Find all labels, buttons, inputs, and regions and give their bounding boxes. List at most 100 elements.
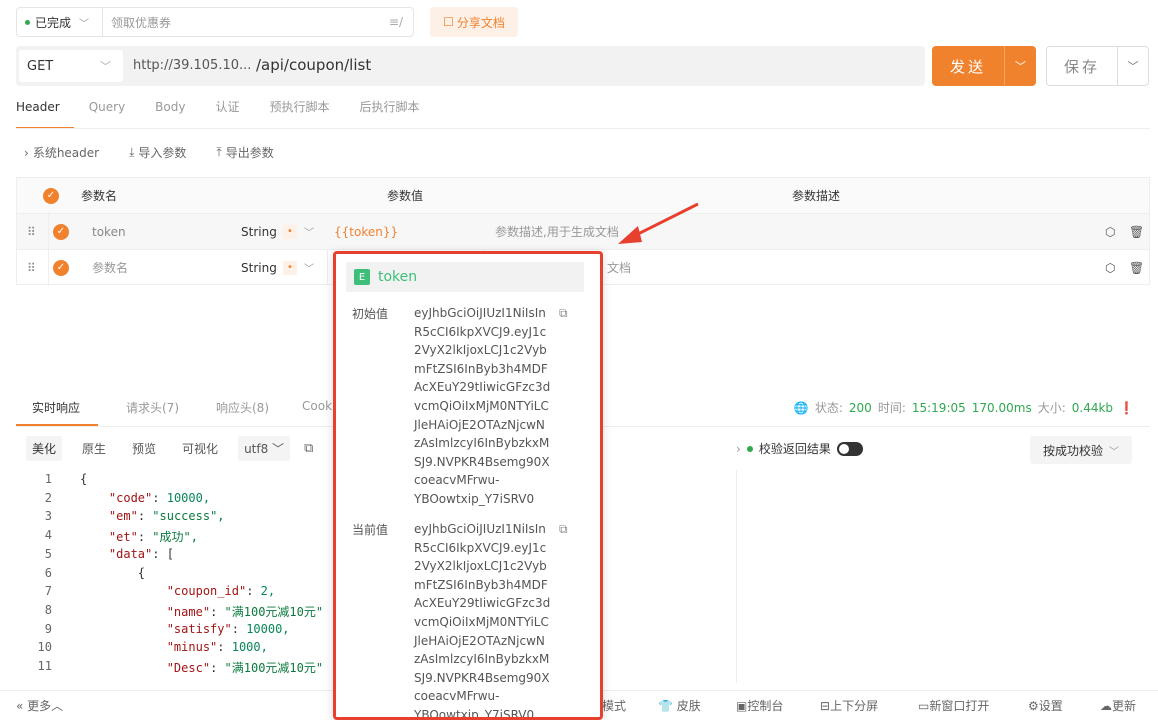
active-tab-indicator	[16, 424, 98, 426]
system-header-toggle[interactable]: › 系统header	[24, 144, 99, 161]
response-time: 15:19:05	[911, 400, 966, 415]
skin-button[interactable]: 👕 皮肤	[658, 697, 701, 714]
token-line: YBOowtxip_Y7iSRV0	[414, 707, 535, 720]
row-checkbox[interactable]: ✓	[53, 223, 69, 240]
tab-request-headers[interactable]: 请求头(7)	[126, 399, 179, 416]
new-window-button[interactable]: ▭新窗口打开	[918, 697, 989, 714]
chevron-down-icon: ﹀	[79, 18, 90, 30]
token-line: zAsImlzcyI6InBybzkxM	[414, 436, 550, 451]
verify-switch[interactable]	[836, 441, 863, 456]
save-dropdown-button[interactable]: ﹀	[1117, 46, 1149, 86]
status-dot	[25, 19, 30, 25]
param-desc[interactable]: 文档	[607, 250, 631, 285]
tab-header[interactable]: Header	[16, 96, 74, 129]
tab-pre-script[interactable]: 预执行脚本	[254, 96, 344, 129]
copy-icon[interactable]: ⧉	[304, 441, 313, 456]
tab-query[interactable]: Query	[74, 96, 140, 129]
url-input[interactable]: /api/coupon/list	[256, 56, 371, 74]
token-line: coeacvMFrwu-	[414, 689, 500, 704]
copy-icon[interactable]: ⧉	[559, 522, 568, 537]
tab-cookies[interactable]: Cook	[302, 399, 332, 413]
info-icon[interactable]: ❗	[1119, 401, 1134, 415]
annotation-arrow	[618, 202, 699, 244]
format-preview[interactable]: 预览	[126, 436, 162, 461]
required-marker[interactable]: •	[283, 224, 297, 239]
split-label: 上下分屏	[830, 699, 879, 713]
status-select[interactable]: 已完成 ﹀	[16, 7, 102, 37]
current-value-label: 当前值	[352, 523, 389, 537]
verify-mode-select[interactable]: 按成功校验 ﹀	[1030, 436, 1132, 464]
export-label: 导出参数	[225, 146, 274, 160]
select-all-checkbox[interactable]: ✓	[43, 187, 59, 204]
settings-label: 设置	[1038, 699, 1063, 713]
code-text: {	[80, 472, 88, 486]
chevron-down-icon: ﹀	[1109, 446, 1119, 458]
send-dropdown-button[interactable]: ﹀	[1004, 46, 1036, 86]
format-pretty[interactable]: 美化	[26, 436, 63, 461]
chevron-down-icon[interactable]: ﹀	[304, 250, 314, 285]
cube-icon[interactable]: ⬡	[1105, 214, 1115, 249]
size-label: 大小:	[1037, 401, 1066, 415]
cube-icon[interactable]: ⬡	[1105, 250, 1115, 285]
tab-live-response[interactable]: 实时响应	[32, 399, 80, 416]
drag-handle-icon[interactable]: ⠿	[27, 214, 36, 249]
download-icon: ⤓	[129, 145, 135, 159]
send-button[interactable]: 发送	[932, 46, 1004, 86]
import-label: 导入参数	[138, 146, 187, 160]
tab-auth[interactable]: 认证	[200, 96, 254, 129]
globe-icon: 🌐	[793, 400, 809, 415]
required-marker[interactable]: •	[283, 260, 297, 275]
format-visual[interactable]: 可视化	[176, 436, 224, 461]
table-header: ✓ 参数名 参数值 参数描述	[17, 178, 1149, 214]
param-name[interactable]: token	[92, 214, 126, 249]
response-meta: 🌐 状态: 200 时间: 15:19:05 170.00ms 大小: 0.44…	[794, 399, 1134, 416]
skin-label: 皮肤	[676, 699, 701, 713]
tab-post-script[interactable]: 后执行脚本	[345, 96, 435, 129]
popover-header: E token	[346, 262, 584, 292]
copy-icon[interactable]: ⧉	[559, 306, 568, 321]
settings-button[interactable]: ⚙设置	[1028, 697, 1063, 714]
token-line: zAsImlzcyI6InBybzkxM	[414, 652, 550, 667]
trash-icon[interactable]: 🗑	[1129, 214, 1144, 249]
import-params-button[interactable]: ⤓ 导入参数	[129, 144, 186, 161]
param-name[interactable]: 参数名	[92, 250, 128, 285]
param-type[interactable]: String	[241, 214, 277, 249]
token-line: vcmQiOiIxMjM0NTYiLC	[414, 398, 549, 413]
token-line: eyJhbGciOiJIUzI1NiIsIn	[414, 522, 546, 536]
share-doc-button[interactable]: ☐ 分享文档	[430, 7, 518, 37]
api-name-input[interactable]: 领取优惠券 ≡/	[102, 7, 414, 37]
console-label: 控制台	[747, 699, 784, 713]
encoding-label: utf8	[244, 442, 269, 456]
more-button[interactable]: « 更多︿	[16, 697, 63, 714]
drag-handle-icon[interactable]: ⠿	[27, 250, 36, 285]
encoding-select[interactable]: utf8 ﹀	[238, 436, 291, 461]
token-line: JleHAiOjE2OTAzNjcwN	[414, 633, 545, 648]
line-number: 5	[44, 546, 52, 561]
current-value: eyJhbGciOiJIUzI1NiIsIn R5cCI6IkpXVCJ9.eyJ…	[414, 520, 559, 720]
method-select[interactable]: GET ﹀	[19, 50, 123, 82]
export-params-button[interactable]: ⤒ 导出参数	[216, 144, 273, 161]
update-button[interactable]: ☁更新	[1100, 697, 1136, 714]
console-button[interactable]: ▣控制台	[736, 697, 783, 714]
row-checkbox[interactable]: ✓	[53, 259, 69, 276]
trash-icon[interactable]: 🗑	[1129, 250, 1144, 285]
param-value[interactable]: {{token}}	[334, 214, 398, 249]
url-prefix[interactable]: http://39.105.10...	[133, 58, 251, 73]
chevron-down-icon[interactable]: ﹀	[304, 214, 314, 249]
tab-response-headers[interactable]: 响应头(8)	[216, 399, 269, 416]
response-duration: 170.00ms	[971, 400, 1032, 415]
param-type[interactable]: String	[241, 250, 277, 285]
code-text: {	[80, 565, 146, 580]
tab-body[interactable]: Body	[140, 96, 200, 129]
param-desc[interactable]: 参数描述,用于生成文档	[495, 214, 619, 249]
format-raw[interactable]: 原生	[76, 436, 112, 461]
api-client-window: 已完成 ﹀ 领取优惠券 ≡/ ☐ 分享文档 GET ﹀ http://39.10…	[0, 0, 1158, 720]
format-bar: 美化 原生 预览 可视化 utf8 ﹀ ⧉	[26, 436, 313, 461]
chevron-right-icon[interactable]: ›	[736, 442, 741, 456]
save-button[interactable]: 保存	[1046, 46, 1118, 86]
split-button[interactable]: ⊟上下分屏	[820, 697, 878, 714]
line-number: 10	[37, 640, 52, 655]
initial-value: eyJhbGciOiJIUzI1NiIsIn R5cCI6IkpXVCJ9.eyJ…	[414, 304, 559, 509]
format-icon[interactable]: ≡/	[389, 15, 403, 29]
share-icon: ☐	[443, 15, 454, 29]
